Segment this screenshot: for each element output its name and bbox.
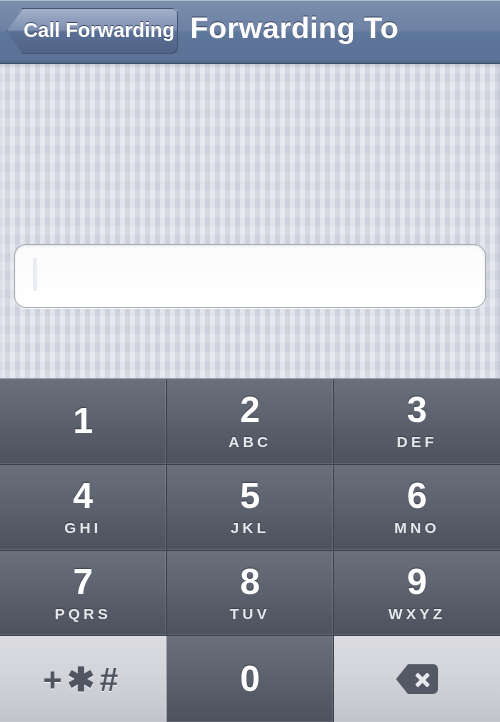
- key-7[interactable]: 7 PQRS: [0, 550, 167, 637]
- key-9[interactable]: 9 WXYZ: [334, 550, 500, 637]
- key-digit: 2: [239, 389, 261, 431]
- key-letters: DEF: [396, 434, 438, 452]
- backspace-icon: [396, 664, 438, 695]
- key-symbols[interactable]: +✱#: [0, 636, 167, 722]
- key-8[interactable]: 8 TUV: [167, 550, 334, 637]
- navigation-bar: Call Forwarding Forwarding To: [0, 0, 500, 64]
- numeric-keypad: 1 2 ABC 3 DEF 4 GHI 5 JKL 6 MNO 7 PQRS 8…: [0, 378, 500, 722]
- key-digit: 4: [72, 475, 94, 517]
- back-button[interactable]: [6, 8, 178, 54]
- key-letters: PQRS: [54, 605, 112, 623]
- page-title: Forwarding To: [190, 12, 399, 45]
- key-5[interactable]: 5 JKL: [167, 464, 334, 551]
- key-digit: 6: [406, 475, 428, 517]
- key-digit: 5: [239, 475, 261, 517]
- keypad-row: +✱# 0: [0, 636, 500, 722]
- key-3[interactable]: 3 DEF: [334, 379, 500, 465]
- key-4[interactable]: 4 GHI: [0, 464, 167, 551]
- keypad-row: 4 GHI 5 JKL 6 MNO: [0, 464, 500, 551]
- key-letters: WXYZ: [388, 605, 446, 623]
- phone-number-input[interactable]: [14, 244, 486, 308]
- key-letters: JKL: [230, 520, 270, 538]
- text-caret: [33, 258, 37, 291]
- key-6[interactable]: 6 MNO: [334, 464, 500, 551]
- key-1[interactable]: 1: [0, 379, 167, 465]
- key-0[interactable]: 0: [167, 636, 334, 722]
- key-symbols-label: +✱#: [42, 660, 124, 698]
- key-digit: 7: [72, 560, 94, 602]
- key-letters: ABC: [228, 434, 272, 452]
- key-digit: 8: [239, 560, 261, 602]
- key-digit: 0: [239, 658, 261, 700]
- content-area: [0, 64, 500, 378]
- key-2[interactable]: 2 ABC: [167, 379, 334, 465]
- key-letters: GHI: [64, 520, 102, 538]
- key-delete[interactable]: [334, 636, 500, 722]
- key-letters: TUV: [229, 605, 271, 623]
- key-digit: 9: [406, 560, 428, 602]
- key-digit: 1: [72, 400, 94, 442]
- key-letters: MNO: [394, 520, 440, 538]
- key-digit: 3: [406, 389, 428, 431]
- phone-forwarding-screen: Call Forwarding Forwarding To 1 2 ABC 3 …: [0, 0, 500, 722]
- keypad-row: 7 PQRS 8 TUV 9 WXYZ: [0, 550, 500, 637]
- keypad-row: 1 2 ABC 3 DEF: [0, 379, 500, 465]
